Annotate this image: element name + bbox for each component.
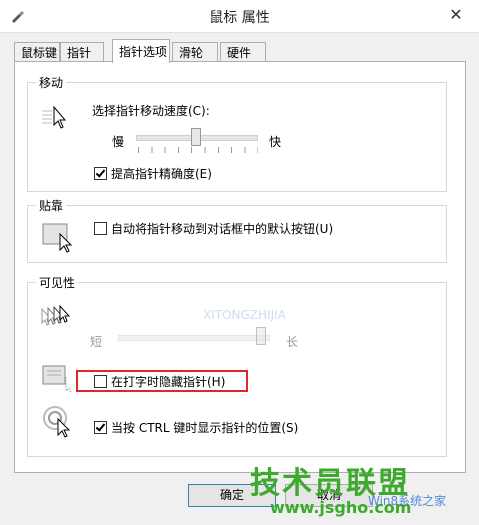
window-title: 鼠标 属性 (209, 10, 270, 26)
snap-to-icon (42, 223, 73, 253)
trail-long-label: 长 (286, 335, 299, 349)
tab-panel: 移动 选择指针移动速度(C): 慢 快 提高指针精确度(E) 贴靠 自动将指针移… (14, 61, 466, 473)
snap-title: 贴靠 (36, 197, 67, 214)
close-icon: ✕ (449, 5, 463, 24)
check-icon (95, 167, 106, 178)
close-button[interactable]: ✕ (443, 4, 469, 26)
snap-group: 贴靠 自动将指针移动到对话框中的默认按钮(U) (27, 197, 447, 263)
precision-label[interactable]: 提高指针精确度(E) (111, 165, 212, 182)
snap-checkbox[interactable] (94, 222, 107, 235)
precision-checkbox[interactable] (94, 167, 107, 180)
highlight-frame (76, 370, 248, 392)
title-bar: 鼠标 属性 ✕ (0, 0, 479, 33)
faint-watermark: XITONGZHIJIA (203, 308, 286, 322)
speed-ticks (138, 147, 258, 153)
speed-label: 选择指针移动速度(C): (92, 104, 210, 118)
hide-pointer-icon (42, 365, 72, 393)
pointer-speed-icon (42, 105, 67, 129)
snap-label[interactable]: 自动将指针移动到对话框中的默认按钮(U) (111, 220, 333, 237)
win8-watermark: Win8系统之家 (368, 494, 447, 508)
motion-title: 移动 (36, 74, 67, 91)
tab-mouse-buttons[interactable]: 鼠标键 (14, 42, 60, 62)
speed-fast-label: 快 (269, 135, 282, 149)
tab-wheel[interactable]: 滑轮 (172, 42, 218, 62)
visibility-title: 可见性 (36, 274, 79, 291)
trail-slider-thumb[interactable] (256, 327, 266, 345)
tab-pointers[interactable]: 指针 (60, 42, 104, 62)
speed-slider-thumb[interactable] (191, 128, 201, 146)
show-location-icon (43, 406, 71, 438)
trail-track (118, 335, 270, 341)
trail-short-label: 短 (90, 335, 103, 349)
motion-group: 移动 选择指针移动速度(C): 慢 快 提高指针精确度(E) (27, 74, 447, 192)
check-icon (95, 421, 106, 432)
tab-pointer-options[interactable]: 指针选项 (112, 39, 170, 63)
tab-hardware[interactable]: 硬件 (220, 42, 266, 62)
pointer-trails-icon (41, 304, 71, 326)
speed-slow-label: 慢 (112, 135, 125, 149)
ctrl-location-label[interactable]: 当按 CTRL 键时显示指针的位置(S) (111, 419, 298, 436)
ctrl-location-checkbox[interactable] (94, 421, 107, 434)
